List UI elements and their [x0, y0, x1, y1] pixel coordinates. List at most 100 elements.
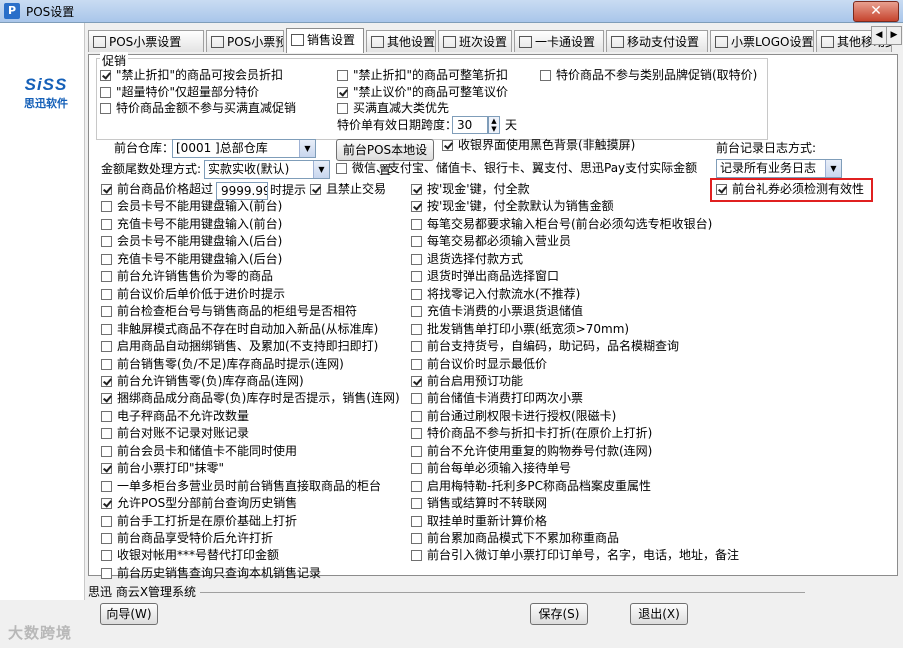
checkbox-box[interactable] [337, 103, 348, 114]
left-setting-checkbox[interactable]: 前台手工打折是在原价基础上打折 [101, 513, 297, 530]
right-setting-checkbox[interactable]: 前台储值卡消费打印两次小票 [411, 390, 583, 407]
tab-3[interactable]: 其他设置 [366, 30, 436, 52]
checkbox-box[interactable] [411, 306, 422, 318]
checkbox-box[interactable] [101, 375, 112, 387]
checkbox-box[interactable] [411, 393, 422, 405]
checkbox-box[interactable] [101, 550, 112, 562]
checkbox-box[interactable] [101, 463, 112, 475]
exit-button[interactable]: 退出(X) [630, 603, 688, 625]
right-setting-checkbox[interactable]: 充值卡消费的小票退货退储值 [411, 303, 583, 320]
tab-6[interactable]: 移动支付设置 [606, 30, 708, 52]
left-setting-checkbox[interactable]: 前台允许销售售价为零的商品 [101, 268, 273, 285]
price-limit-input[interactable]: 9999.99 [216, 182, 268, 200]
forbid-trade-checkbox[interactable]: 且禁止交易 [310, 181, 386, 198]
checkbox-box[interactable] [411, 480, 422, 492]
checkbox-box[interactable] [411, 550, 422, 562]
checkbox-box[interactable] [411, 445, 422, 457]
promo-checkbox[interactable]: "禁止议价"的商品可整笔议价 [337, 84, 508, 101]
checkbox-box[interactable] [411, 271, 422, 283]
checkbox-box[interactable] [101, 445, 112, 457]
checkbox-box[interactable] [100, 70, 111, 81]
right-setting-checkbox[interactable]: 退货选择付款方式 [411, 251, 523, 268]
tab-scroll-left-icon[interactable]: ◀ [871, 26, 887, 45]
left-setting-checkbox[interactable]: 电子秤商品不允许改数量 [101, 408, 249, 425]
right-setting-checkbox[interactable]: 批发销售单打印小票(纸宽须>70mm) [411, 321, 629, 338]
left-setting-checkbox[interactable]: 前台允许销售零(负)库存商品(连网) [101, 373, 304, 390]
left-setting-checkbox[interactable]: 前台历史销售查询只查询本机销售记录 [101, 565, 321, 582]
checkbox-box[interactable] [101, 393, 112, 405]
checkbox-box[interactable] [100, 87, 111, 98]
checkbox-box[interactable] [411, 410, 422, 422]
checkbox-box[interactable] [101, 201, 112, 213]
checkbox-box[interactable] [411, 515, 422, 527]
checkbox-box[interactable] [411, 323, 422, 335]
tab-5[interactable]: 一卡通设置 [514, 30, 604, 52]
promo-days-spinner[interactable]: ▲ ▼ [488, 116, 500, 134]
promo-checkbox[interactable]: 特价商品金额不参与买满直减促销 [100, 100, 296, 117]
left-setting-checkbox[interactable]: 捆绑商品成分商品零(负)库存时是否提示，销售(连网) [101, 390, 400, 407]
rounding-select[interactable]: 实款实收(默认) ▼ [204, 160, 330, 179]
right-setting-checkbox[interactable]: 前台累加商品模式下不累加称重商品 [411, 530, 619, 547]
checkbox-box[interactable] [411, 236, 422, 248]
checkbox-box[interactable] [411, 463, 422, 475]
checkbox-box[interactable] [337, 70, 348, 81]
tab-2[interactable]: 销售设置 [286, 28, 364, 53]
left-setting-checkbox[interactable]: 前台销售零(负/不足)库存商品时提示(连网) [101, 356, 344, 373]
left-setting-checkbox[interactable]: 收银对帐用***号替代打印金额 [101, 547, 279, 564]
tab-4[interactable]: 班次设置 [438, 30, 512, 52]
wizard-button[interactable]: 向导(W) [100, 603, 158, 625]
right-setting-checkbox[interactable]: 退货时弹出商品选择窗口 [411, 268, 559, 285]
checkbox-box[interactable] [101, 428, 112, 440]
left-setting-checkbox[interactable]: 前台检查柜台号与销售商品的柜组号是否相符 [101, 303, 357, 320]
left-setting-checkbox[interactable]: 充值卡号不能用键盘输入(后台) [101, 251, 282, 268]
promo-checkbox[interactable]: 特价商品不参与类别品牌促销(取特价) [540, 67, 757, 84]
tab-7[interactable]: 小票LOGO设置 [710, 30, 814, 52]
left-setting-checkbox[interactable]: 会员卡号不能用键盘输入(后台) [101, 233, 282, 250]
right-setting-checkbox[interactable]: 前台每单必须输入接待单号 [411, 460, 571, 477]
left-setting-checkbox[interactable]: 前台对账不记录对账记录 [101, 425, 249, 442]
left-setting-checkbox[interactable]: 前台商品享受特价后允许打折 [101, 530, 273, 547]
left-setting-checkbox[interactable]: 前台会员卡和储值卡不能同时使用 [101, 443, 297, 460]
tab-1[interactable]: POS小票预览 [206, 30, 284, 52]
checkbox-box[interactable] [101, 218, 112, 230]
checkbox-box[interactable] [411, 533, 422, 544]
checkbox-box[interactable] [101, 515, 112, 527]
right-setting-checkbox[interactable]: 前台不允许使用重复的购物券号付款(连网) [411, 443, 652, 460]
checkbox-box[interactable] [101, 323, 112, 335]
checkbox-box[interactable] [411, 341, 422, 353]
right-setting-checkbox[interactable]: 取挂单时重新计算价格 [411, 513, 547, 530]
left-setting-checkbox[interactable]: 一单多柜台多营业员时前台销售直接取商品的柜台 [101, 478, 381, 495]
right-setting-checkbox[interactable]: 前台支持货号，自编码，助记码，品名模糊查询 [411, 338, 679, 355]
checkbox-box[interactable] [101, 480, 112, 492]
checkbox-box[interactable] [101, 358, 112, 370]
promo-days-input[interactable]: 30 [452, 116, 488, 134]
log-mode-select[interactable]: 记录所有业务日志 ▼ [716, 159, 842, 178]
actual-payment-box[interactable] [336, 163, 347, 174]
right-setting-checkbox[interactable]: 将找零记入付款流水(不推荐) [411, 286, 580, 303]
left-setting-checkbox[interactable]: 前台商品价格超过 [101, 181, 213, 198]
right-setting-checkbox[interactable]: 前台通过刷权限卡进行授权(限磁卡) [411, 408, 616, 425]
checkbox-box[interactable] [101, 567, 112, 579]
close-button[interactable]: ✕ [853, 1, 899, 22]
checkbox-box[interactable] [411, 358, 422, 370]
left-setting-checkbox[interactable]: 前台议价后单价低于进价时提示 [101, 286, 285, 303]
left-setting-checkbox[interactable]: 前台小票打印"抹零" [101, 460, 224, 477]
tab-scroll-right-icon[interactable]: ▶ [886, 26, 902, 45]
left-setting-checkbox[interactable]: 非触屏模式商品不存在时自动加入新品(从标准库) [101, 321, 378, 338]
left-setting-checkbox[interactable]: 会员卡号不能用键盘输入(前台) [101, 198, 282, 215]
right-setting-checkbox[interactable]: 前台议价时显示最低价 [411, 356, 547, 373]
promo-checkbox[interactable]: "禁止折扣"的商品可整笔折扣 [337, 67, 508, 84]
checkbox-box[interactable] [101, 184, 112, 195]
checkbox-box[interactable] [101, 271, 112, 283]
pos-local-settings-button[interactable]: 前台POS本地设置 [336, 139, 434, 177]
chevron-down-icon[interactable]: ▼ [825, 160, 841, 177]
checkbox-box[interactable] [411, 498, 422, 510]
checkbox-box[interactable] [411, 428, 422, 440]
gift-voucher-checkbox[interactable]: 前台礼券必须检测有效性 [716, 181, 864, 198]
right-setting-checkbox[interactable]: 特价商品不参与折扣卡打折(在原价上打折) [411, 425, 652, 442]
checkbox-box[interactable] [101, 533, 112, 544]
right-setting-checkbox[interactable]: 前台启用预订功能 [411, 373, 523, 390]
black-background-box[interactable] [442, 140, 453, 151]
checkbox-box[interactable] [411, 288, 422, 300]
left-setting-checkbox[interactable]: 允许POS型分部前台查询历史销售 [101, 495, 297, 512]
